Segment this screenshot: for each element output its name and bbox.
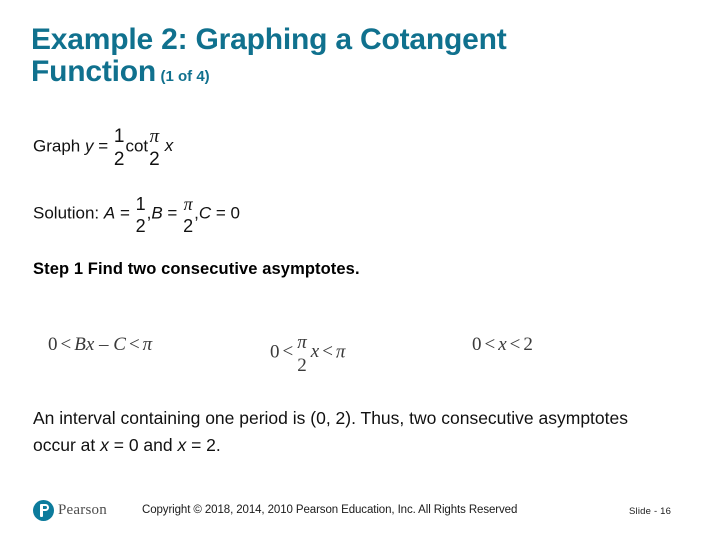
upper-bound-pi: π <box>335 341 346 363</box>
title-line-2: Function <box>31 55 157 88</box>
conclusion-part-2: = 0 and <box>108 435 178 455</box>
fraction-denominator: 2 <box>113 149 125 170</box>
fraction-numerator: π <box>149 126 160 147</box>
upper-bound-pi: π <box>142 334 153 355</box>
lower-bound: 0 <box>48 334 58 355</box>
fraction-pi-over-two: π2 <box>149 126 160 170</box>
pearson-logo: Pearson <box>33 500 107 521</box>
parameter-b: B <box>151 203 163 223</box>
coefficient-b: B <box>74 334 86 355</box>
copyright-notice: Copyright © 2018, 2014, 2010 Pearson Edu… <box>142 504 518 516</box>
fraction-one-half: 12 <box>113 126 125 170</box>
equals-sign-c: = <box>211 203 231 223</box>
inequality-solved: 0 < x <2 <box>472 334 533 356</box>
graph-equation-line: Graph y = 1 2 cot π 2 x <box>33 126 174 170</box>
fraction-pi-over-two: π2 <box>297 332 307 376</box>
fraction-denominator: 2 <box>135 216 146 236</box>
lower-bound: 0 <box>270 341 280 363</box>
lower-bound: 0 <box>472 334 482 355</box>
fraction-numerator: 1 <box>113 126 125 147</box>
graph-label: Graph <box>33 136 85 156</box>
inequality-derivation-row: 0 < Bx – C < π 0 < π 2 x < π 0 < x <2 <box>0 330 720 390</box>
part-indicator: (1 of 4) <box>160 68 210 85</box>
inequality-general-form: 0 < Bx – C < π <box>48 334 152 356</box>
less-than-1: < <box>60 334 72 355</box>
parameter-c: C <box>198 203 212 223</box>
title-line-1: Example 2: Graphing a Cotangent <box>31 23 507 56</box>
slide-number: Slide - 16 <box>629 506 672 517</box>
equals-sign: = <box>93 136 113 156</box>
page-title: Example 2: Graphing a Cotangent Function… <box>31 24 691 88</box>
inequality-substituted: 0 < π 2 x < π <box>270 332 346 376</box>
variable-x: x <box>164 136 174 156</box>
less-than-1: < <box>282 341 294 363</box>
solution-parameters-line: Solution: A = 1 2 ,B = π 2 ,C = 0 <box>33 194 240 236</box>
less-than-1: < <box>484 334 496 355</box>
fraction-numerator: π <box>183 194 193 214</box>
fraction-numerator: π <box>297 332 307 353</box>
step-1-heading: Step 1 Find two consecutive asymptotes. <box>33 260 360 278</box>
variable-x-first: x <box>100 435 109 455</box>
fraction-numerator: 1 <box>135 194 146 214</box>
parameter-a: A <box>103 203 116 223</box>
upper-bound-two: 2 <box>523 334 533 355</box>
conclusion-part-3: = 2. <box>186 435 221 455</box>
fraction-a-value: 12 <box>135 194 146 236</box>
parameter-c-value: 0 <box>230 203 240 223</box>
equals-sign-a: = <box>115 203 135 223</box>
title-line-2-wrap: Function (1 of 4) <box>31 56 691 88</box>
minus-sign: – <box>94 334 114 355</box>
less-than-2: < <box>509 334 521 355</box>
constant-c: C <box>113 334 126 355</box>
fraction-b-value: π2 <box>183 194 194 236</box>
pearson-wordmark: Pearson <box>58 502 107 518</box>
fraction-denominator: 2 <box>297 355 307 376</box>
variable-x: x <box>498 334 507 355</box>
variable-x: x <box>310 341 320 363</box>
fraction-denominator: 2 <box>183 216 194 236</box>
conclusion-paragraph: An interval containing one period is (0,… <box>33 405 658 459</box>
equals-sign-b: = <box>162 203 183 223</box>
pearson-circle-p-icon <box>33 500 54 521</box>
slide-footer: Pearson Copyright © 2018, 2014, 2010 Pea… <box>0 498 720 532</box>
slide-canvas: Example 2: Graphing a Cotangent Function… <box>0 0 720 540</box>
variable-x-second: x <box>177 435 187 455</box>
less-than-2: < <box>128 334 140 355</box>
variable-x: x <box>85 334 95 355</box>
solution-label: Solution: <box>33 203 104 223</box>
fraction-denominator: 2 <box>149 149 160 170</box>
cot-function: cot <box>125 136 149 156</box>
less-than-2: < <box>322 341 333 363</box>
